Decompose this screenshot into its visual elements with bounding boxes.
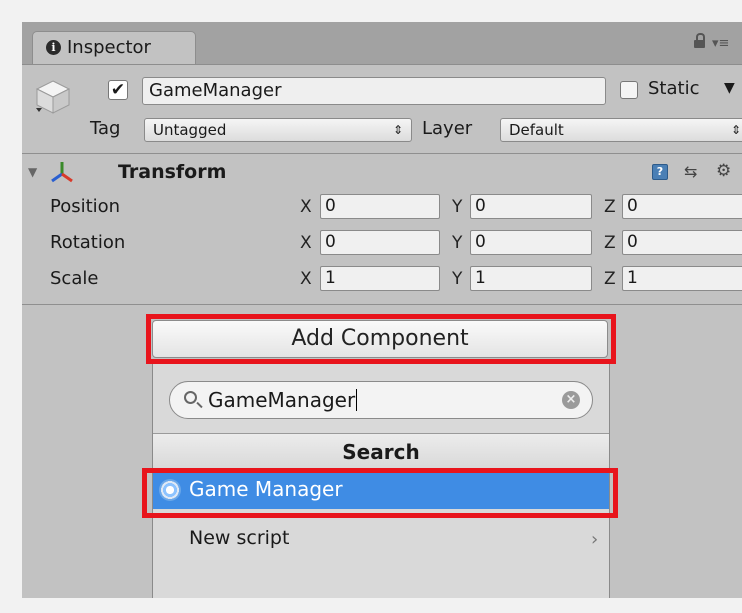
foldout-arrow-icon[interactable]: ▼ — [28, 165, 37, 179]
axis-label-z[interactable]: Z — [604, 233, 616, 253]
object-name-field[interactable]: GameManager — [142, 77, 606, 105]
position-x-field[interactable]: 0 — [320, 194, 440, 219]
axis-label-x[interactable]: X — [300, 269, 312, 289]
inspector-panel: i Inspector ▾≡ ✔ GameManager Static ▼ Ta… — [22, 22, 742, 598]
search-section-header: Search — [153, 433, 609, 471]
row-label-position: Position — [50, 196, 121, 217]
divider — [22, 153, 742, 154]
script-cog-icon — [159, 479, 181, 501]
divider — [22, 304, 742, 305]
component-search-input[interactable]: GameManager × — [169, 381, 593, 419]
scale-x-field[interactable]: 1 — [320, 266, 440, 291]
static-dropdown-arrow-icon[interactable]: ▼ — [724, 80, 735, 96]
rotation-y-field[interactable]: 0 — [470, 230, 592, 255]
gear-icon[interactable]: ⚙ — [716, 161, 731, 181]
layer-value: Default — [509, 121, 564, 139]
axis-label-y[interactable]: Y — [452, 233, 462, 253]
add-component-popup: GameManager × Search Game Manager New sc… — [152, 360, 610, 598]
tag-label: Tag — [90, 118, 121, 139]
position-y-field[interactable]: 0 — [470, 194, 592, 219]
axis-label-y[interactable]: Y — [452, 269, 462, 289]
static-label: Static — [648, 78, 700, 99]
component-title[interactable]: Transform — [118, 161, 226, 183]
rotation-z-field[interactable]: 0 — [622, 230, 742, 255]
tag-value: Untagged — [153, 121, 227, 139]
dropdown-arrows-icon: ⇕ — [730, 123, 741, 137]
axis-label-y[interactable]: Y — [452, 197, 462, 217]
axis-label-z[interactable]: Z — [604, 269, 616, 289]
search-value: GameManager — [208, 388, 356, 412]
gameobject-cube-icon[interactable] — [34, 78, 72, 116]
row-label-rotation: Rotation — [50, 232, 126, 253]
axis-label-x[interactable]: X — [300, 197, 312, 217]
position-z-field[interactable]: 0 — [622, 194, 742, 219]
text-caret — [356, 389, 358, 411]
preset-icon[interactable]: ⇆ — [684, 162, 697, 181]
help-icon[interactable]: ? — [652, 164, 668, 180]
rotation-x-field[interactable]: 0 — [320, 230, 440, 255]
new-script-item[interactable]: New script — [189, 527, 289, 549]
static-checkbox[interactable] — [620, 81, 638, 99]
search-result-item[interactable]: Game Manager — [153, 473, 609, 509]
info-icon: i — [46, 40, 61, 55]
search-icon — [184, 391, 197, 404]
tab-label: Inspector — [67, 37, 151, 58]
tab-inspector[interactable]: i Inspector — [32, 31, 196, 64]
transform-axes-icon — [51, 162, 73, 183]
tag-dropdown[interactable]: Untagged ⇕ — [144, 118, 412, 142]
scale-y-field[interactable]: 1 — [470, 266, 592, 291]
tab-strip: i Inspector ▾≡ — [22, 22, 742, 65]
layer-label: Layer — [422, 118, 473, 139]
chevron-right-icon[interactable]: › — [591, 529, 598, 550]
clear-search-icon[interactable]: × — [562, 391, 580, 409]
dropdown-arrows-icon: ⇕ — [392, 123, 403, 137]
scale-z-field[interactable]: 1 — [622, 266, 742, 291]
layer-dropdown[interactable]: Default ⇕ — [500, 118, 742, 142]
row-label-scale: Scale — [50, 268, 99, 289]
menu-icon[interactable]: ▾≡ — [712, 36, 729, 51]
axis-label-x[interactable]: X — [300, 233, 312, 253]
axis-label-z[interactable]: Z — [604, 197, 616, 217]
active-checkbox[interactable]: ✔ — [108, 80, 128, 100]
result-label: Game Manager — [189, 477, 343, 501]
add-component-button[interactable]: Add Component — [152, 320, 608, 358]
lock-icon[interactable] — [694, 33, 705, 48]
